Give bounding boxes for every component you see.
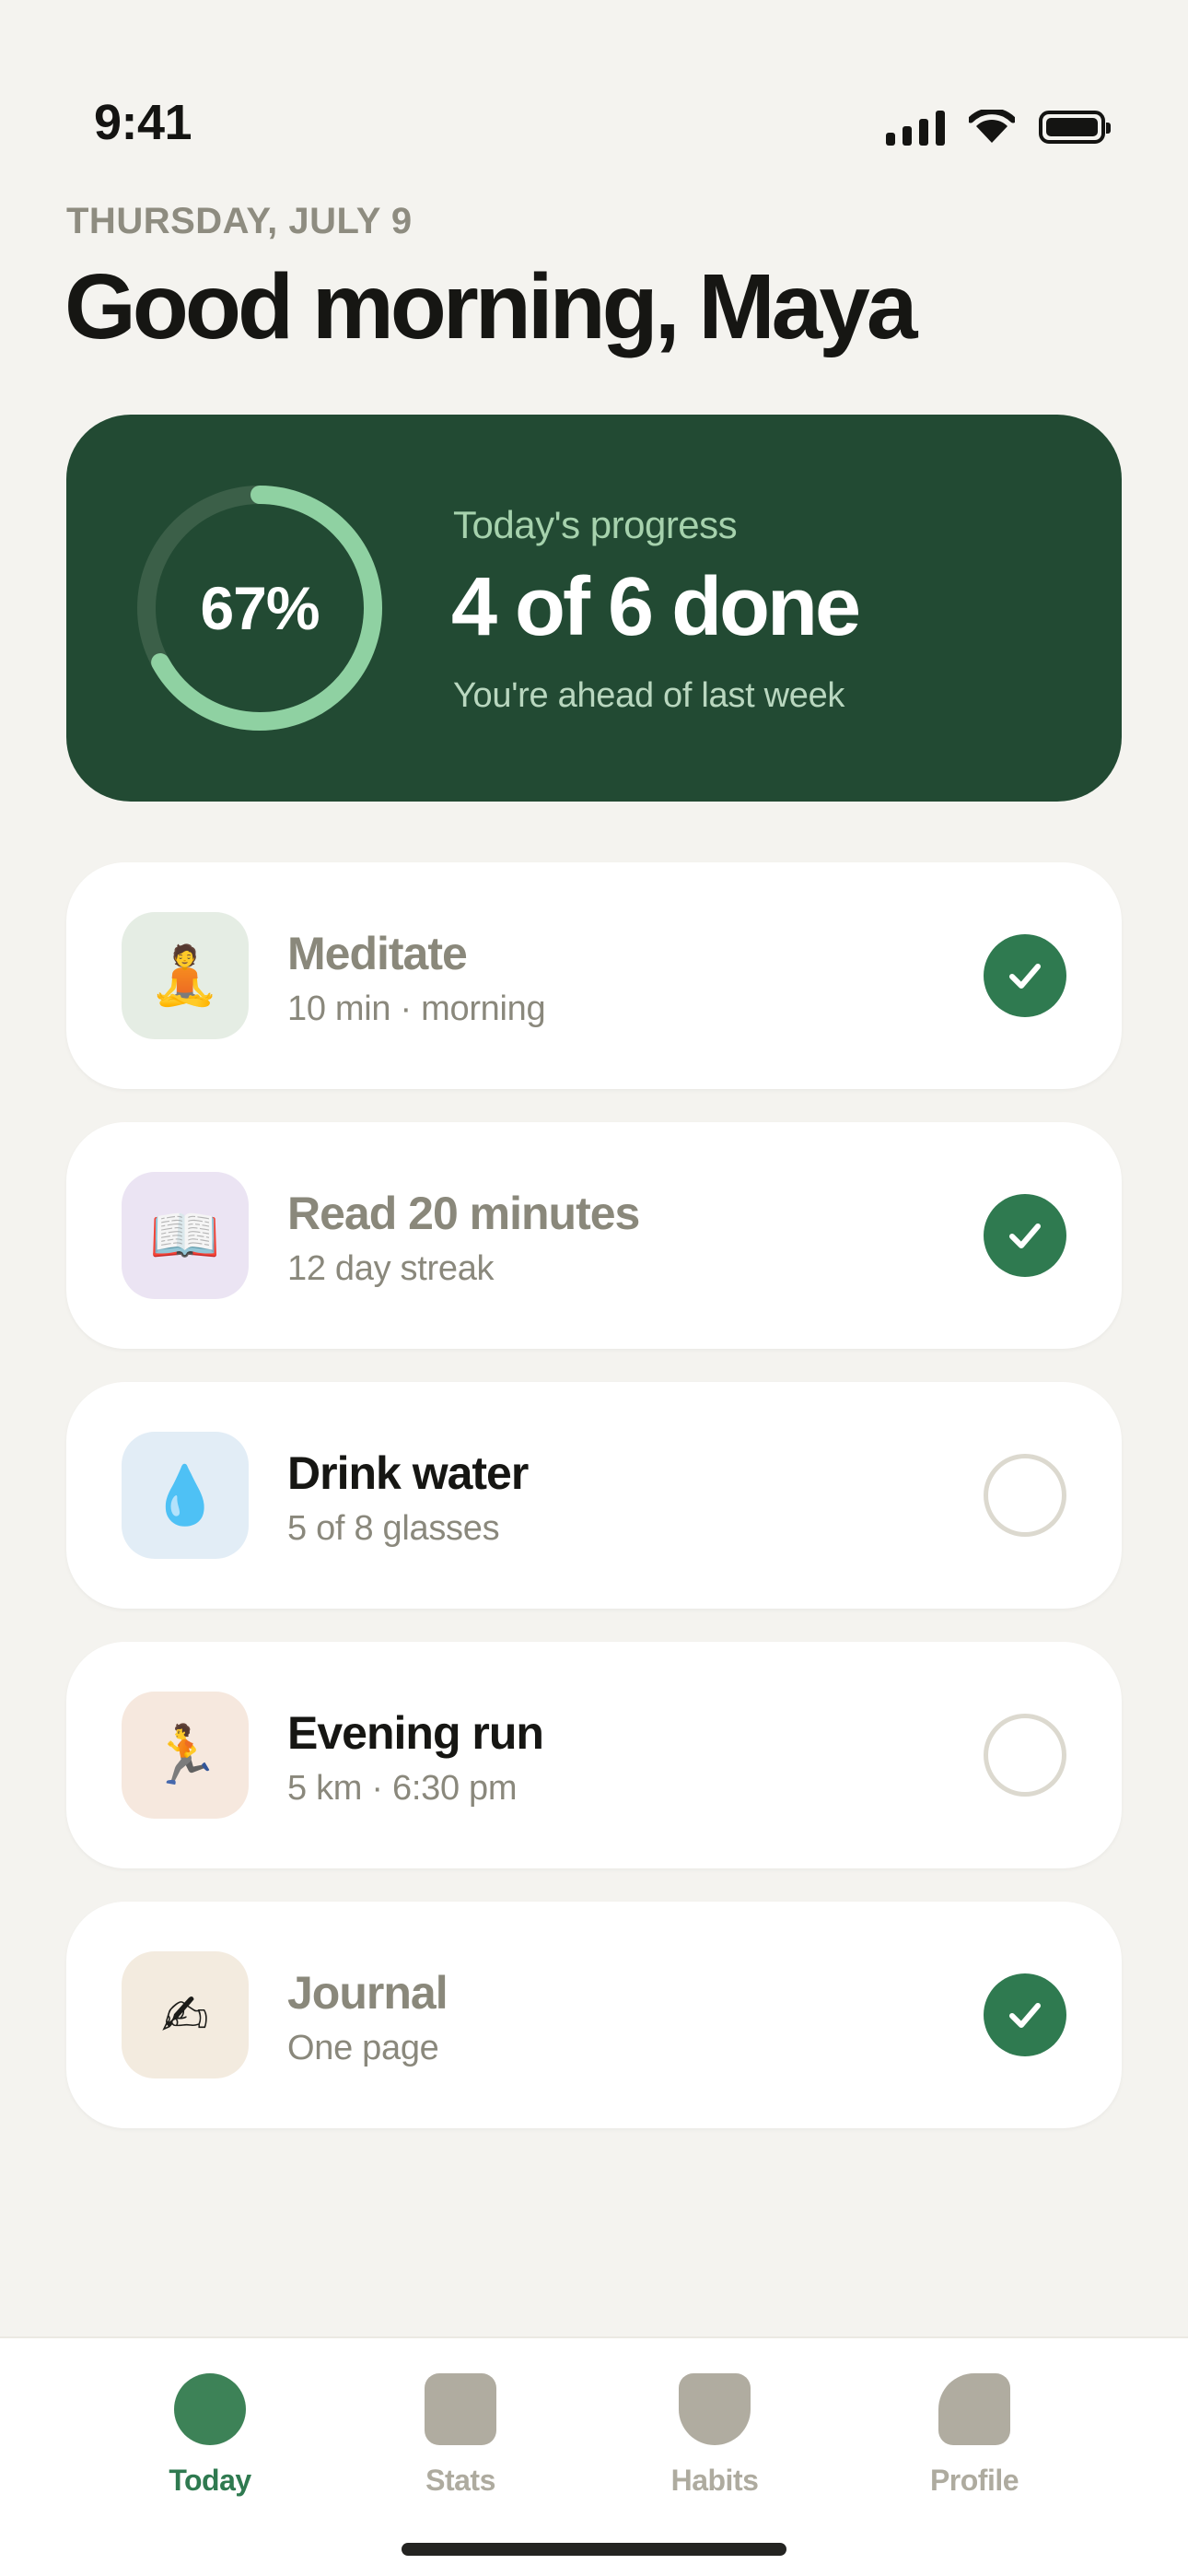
progress-title: Today's progress	[453, 503, 738, 546]
meditation-icon: 🧘	[122, 912, 249, 1039]
tab-bar: Today Stats Habits Profile	[0, 2336, 1188, 2576]
home-indicator	[402, 2543, 786, 2556]
habit-detail: One page	[287, 2029, 439, 2067]
habit-name: Journal	[287, 1967, 448, 2019]
habit-name: Read 20 minutes	[287, 1188, 640, 1239]
habit-card-read[interactable]: 📖 Read 20 minutes 12 day streak	[66, 1122, 1122, 1349]
habit-detail: 5 km · 6:30 pm	[287, 1769, 518, 1808]
tab-profile[interactable]: Profile	[882, 2373, 1066, 2512]
progress-subtitle: You're ahead of last week	[453, 676, 845, 715]
habit-detail: 10 min · morning	[287, 989, 546, 1028]
habit-checkbox[interactable]	[984, 1973, 1066, 2056]
greeting-title: Good morning, Maya	[64, 255, 917, 358]
tab-today[interactable]: Today	[118, 2373, 302, 2512]
stats-icon	[425, 2373, 496, 2445]
habit-detail: 12 day streak	[287, 1249, 495, 1288]
habit-name: Meditate	[287, 928, 468, 979]
habit-card-meditate[interactable]: 🧘 Meditate 10 min · morning	[66, 862, 1122, 1089]
habit-card-drink-water[interactable]: 💧 Drink water 5 of 8 glasses	[66, 1382, 1122, 1609]
runner-icon: 🏃	[122, 1692, 249, 1819]
profile-icon	[938, 2373, 1010, 2445]
habit-name: Drink water	[287, 1447, 529, 1499]
progress-card[interactable]: 67% Today's progress 4 of 6 done You're …	[66, 415, 1122, 802]
habit-name: Evening run	[287, 1707, 544, 1759]
tab-label: Stats	[425, 2464, 495, 2497]
date-label: THURSDAY, JULY 9	[66, 201, 413, 241]
checkmark-icon	[1009, 964, 1041, 989]
habit-checkbox[interactable]	[984, 1454, 1066, 1537]
tab-habits[interactable]: Habits	[623, 2373, 807, 2512]
tab-label: Today	[169, 2464, 251, 2497]
progress-percent: 67%	[200, 574, 320, 642]
cellular-signal-icon	[886, 109, 945, 146]
progress-ring: 67%	[135, 484, 384, 732]
tab-stats[interactable]: Stats	[368, 2373, 553, 2512]
habit-card-evening-run[interactable]: 🏃 Evening run 5 km · 6:30 pm	[66, 1642, 1122, 1868]
tab-label: Profile	[929, 2464, 1019, 2497]
habit-card-journal[interactable]: ✍ Journal One page	[66, 1902, 1122, 2128]
progress-count: 4 of 6 done	[451, 561, 861, 653]
habit-detail: 5 of 8 glasses	[287, 1509, 500, 1548]
battery-icon	[1039, 111, 1111, 144]
writing-hand-icon: ✍	[122, 1951, 249, 2078]
status-bar: 9:41	[0, 0, 1188, 184]
wifi-icon	[969, 110, 1015, 143]
status-icons	[886, 109, 1111, 146]
habits-icon	[679, 2373, 751, 2445]
checkmark-icon	[1009, 2003, 1041, 2028]
tab-label: Habits	[670, 2464, 759, 2497]
today-icon	[174, 2373, 246, 2445]
habit-checkbox[interactable]	[984, 1714, 1066, 1797]
status-time: 9:41	[94, 95, 192, 150]
habit-checkbox[interactable]	[984, 934, 1066, 1017]
habit-checkbox[interactable]	[984, 1194, 1066, 1277]
habit-list: 🧘 Meditate 10 min · morning 📖 Read 20 mi…	[66, 862, 1122, 2161]
water-drop-icon: 💧	[122, 1432, 249, 1559]
book-icon: 📖	[122, 1172, 249, 1299]
checkmark-icon	[1009, 1224, 1041, 1248]
